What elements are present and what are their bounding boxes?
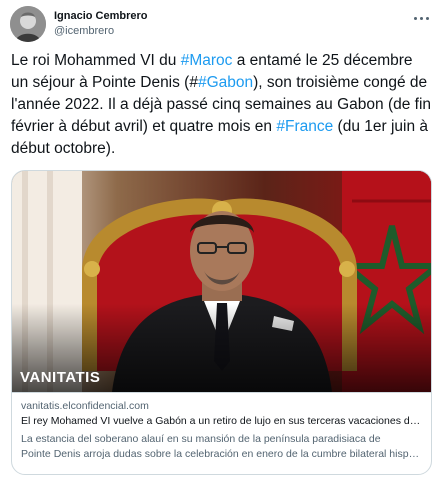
card-brand: VANITATIS [20,369,101,386]
more-horizontal-icon[interactable] [409,10,433,26]
tweet-text: Le roi Mohammed VI du #Maroc a entamé le… [11,50,433,160]
card-domain: vanitatis.elconfidencial.com [21,400,149,412]
card-description-line: La estancia del soberano alauí en su man… [21,433,381,445]
tweet: Ignacio Cembrero @icembrero Le roi Moham… [0,0,443,485]
card-body[interactable]: vanitatis.elconfidencial.com El rey Moha… [12,392,431,474]
hashtag-france[interactable]: #France [276,118,333,135]
tweet-text-segment: Le roi Mohammed VI du [11,52,181,69]
hashtag-maroc[interactable]: #Maroc [181,52,233,69]
card-description-line: Pointe Denis arroja dudas sobre la celeb… [21,448,422,460]
author-name[interactable]: Ignacio Cembrero [54,10,148,23]
avatar[interactable] [10,6,46,42]
card-description: La estancia del soberano alauí en su man… [21,432,422,462]
author-handle[interactable]: @icembrero [54,25,114,38]
link-card[interactable]: VANITATIS vanitatis.elconfidencial.com E… [11,170,432,475]
hashtag-gabon[interactable]: #Gabon [198,74,253,91]
card-image[interactable]: VANITATIS [12,171,431,392]
card-title[interactable]: El rey Mohamed VI vuelve a Gabón a un re… [21,414,422,429]
